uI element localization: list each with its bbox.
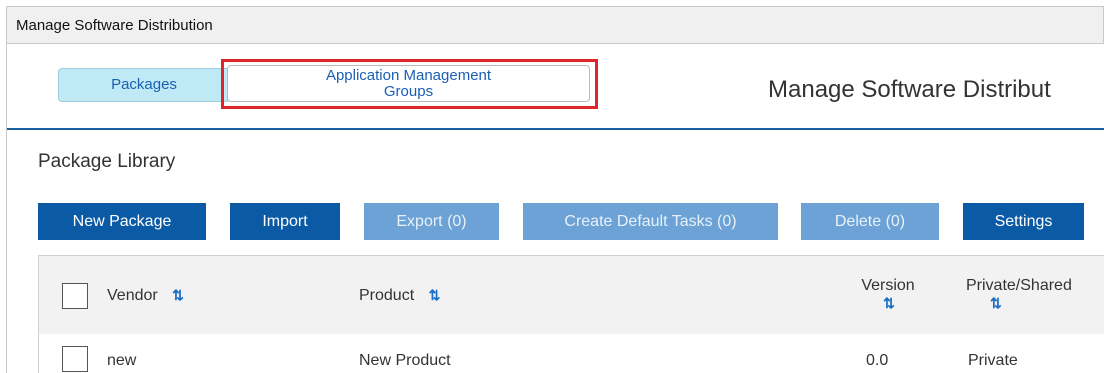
sort-icon[interactable]: ⇅ <box>966 295 1092 312</box>
delete-button[interactable]: Delete (0) <box>801 203 939 240</box>
cell-product: New Product <box>359 352 451 369</box>
column-version-header[interactable]: Version ⇅ <box>858 277 918 312</box>
cell-vendor: new <box>107 352 137 369</box>
cell-version: 0.0 <box>866 352 889 369</box>
window-titlebar: Manage Software Distribution <box>6 6 1104 44</box>
page-title: Manage Software Distribut <box>768 76 1051 103</box>
header-divider <box>7 128 1104 130</box>
column-product-header[interactable]: Product ⇅ <box>359 287 441 305</box>
row-checkbox[interactable] <box>62 346 88 372</box>
column-vendor-label: Vendor <box>107 287 158 304</box>
sort-icon[interactable]: ⇅ <box>858 295 918 312</box>
new-package-button[interactable]: New Package <box>38 203 206 240</box>
column-private-shared-header[interactable]: Private/Shared ⇅ <box>966 277 1092 312</box>
tab-packages[interactable]: Packages <box>58 68 230 102</box>
column-private-shared-label: Private/Shared <box>966 277 1072 294</box>
export-button[interactable]: Export (0) <box>364 203 499 240</box>
column-version-label: Version <box>861 277 915 294</box>
tab-amg-label-line1: Application Management <box>325 66 492 84</box>
import-button[interactable]: Import <box>230 203 340 240</box>
tab-amg-label-line2: Groups <box>383 82 434 100</box>
column-product-label: Product <box>359 287 415 304</box>
section-title: Package Library <box>38 151 176 172</box>
sort-icon[interactable]: ⇅ <box>429 287 441 303</box>
tab-application-management-groups[interactable]: Application Management Groups <box>227 65 590 102</box>
window-title: Manage Software Distribution <box>16 17 213 34</box>
select-all-checkbox[interactable] <box>62 283 88 309</box>
column-vendor-header[interactable]: Vendor ⇅ <box>107 287 184 305</box>
settings-button[interactable]: Settings <box>963 203 1084 240</box>
table-header <box>39 256 1104 334</box>
sort-icon[interactable]: ⇅ <box>172 287 184 303</box>
create-default-tasks-button[interactable]: Create Default Tasks (0) <box>523 203 778 240</box>
cell-private-shared: Private <box>968 352 1018 369</box>
